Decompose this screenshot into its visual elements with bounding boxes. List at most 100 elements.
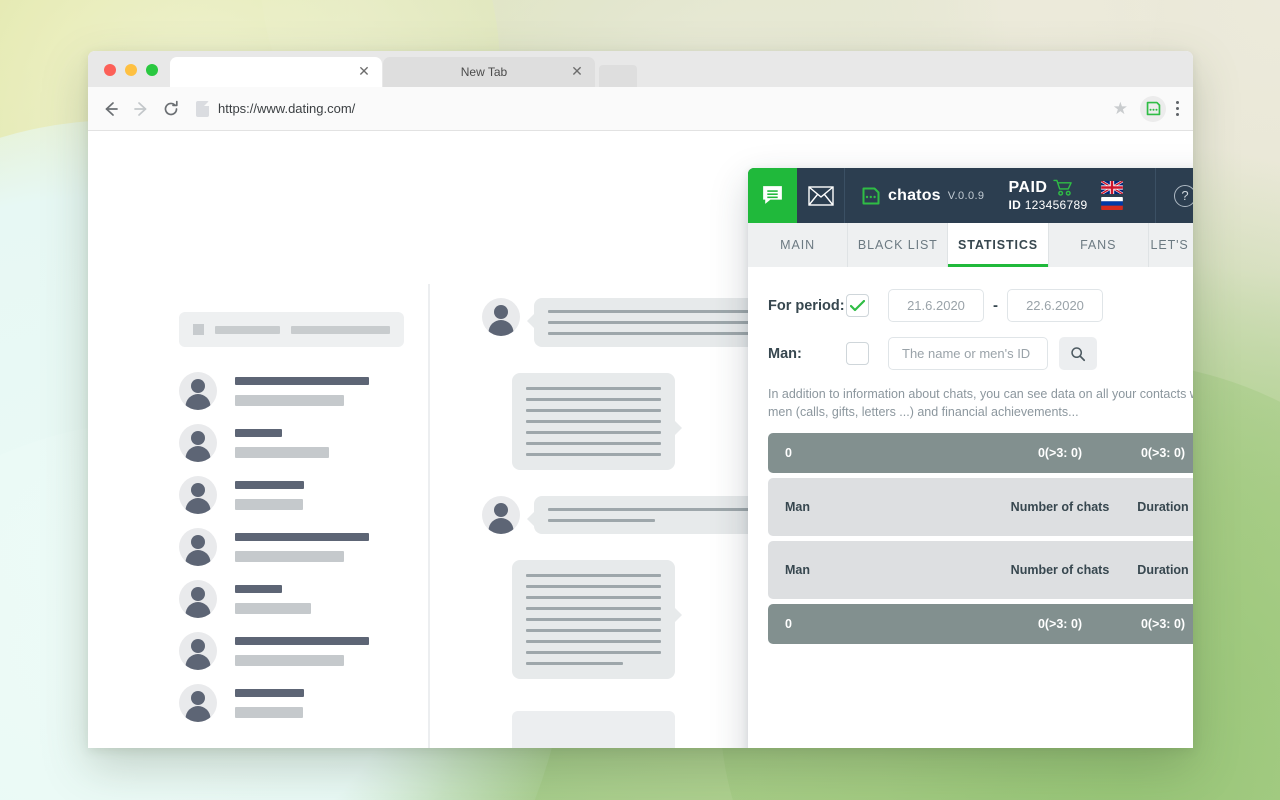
browser-tab-2-title: New Tab <box>460 65 508 79</box>
avatar <box>482 496 520 534</box>
account-status-block: PAID ID 123456789 <box>1008 168 1087 223</box>
list-item[interactable] <box>179 476 404 514</box>
tab-lets-mingle[interactable]: LET'S MINGLE <box>1149 223 1193 267</box>
chat-bubble <box>512 373 682 470</box>
period-label: For period: <box>768 297 845 314</box>
avatar <box>179 476 217 514</box>
address-bar-url: https://www.dating.com/ <box>218 101 356 116</box>
language-switcher <box>1101 168 1124 223</box>
table-row: 0 0(>3: 0) 0(>3: 0) <box>768 604 1193 645</box>
list-item[interactable] <box>179 580 404 618</box>
tab-statistics[interactable]: STATISTICS <box>948 223 1049 267</box>
chat-bubble-icon[interactable] <box>748 168 797 223</box>
period-checkbox[interactable] <box>846 294 869 317</box>
extension-tabbar: MAIN BLACK LIST STATISTICS FANS LET'S MI… <box>748 223 1193 267</box>
close-icon[interactable]: ✕ <box>569 64 585 80</box>
forward-arrow-icon[interactable] <box>126 94 156 124</box>
cell-man: 0 <box>785 446 792 461</box>
chatos-extension-panel: chatos V.0.0.9 PAID ID 123456789 ? MAIN … <box>748 168 1193 748</box>
list-item[interactable] <box>179 528 404 566</box>
help-icon[interactable]: ? <box>1174 184 1193 207</box>
star-icon[interactable]: ★ <box>1113 99 1128 119</box>
date-to-input[interactable]: 22.6.2020 <box>1007 289 1103 322</box>
statistics-hint: In addition to information about chats, … <box>768 387 1193 420</box>
avatar <box>179 528 217 566</box>
maximize-window-button[interactable] <box>146 64 158 76</box>
cell-chats: 0(>3: 0) <box>1037 617 1083 632</box>
statistics-panel: For period: 21.6.2020 - 22.6.2020 Man: T… <box>748 267 1193 748</box>
account-id-value: 123456789 <box>1024 198 1088 212</box>
page-document-icon <box>196 100 209 117</box>
list-item[interactable] <box>179 424 404 462</box>
browser-toolbar: https://www.dating.com/ ★ <box>88 87 1193 131</box>
minimize-window-button[interactable] <box>125 64 137 76</box>
cell-duration: Duration <box>1137 500 1189 515</box>
close-window-button[interactable] <box>104 64 116 76</box>
brand-block: chatos V.0.0.9 <box>845 168 984 223</box>
brand-name: chatos <box>888 186 941 204</box>
flag-russia-icon[interactable] <box>1101 197 1124 210</box>
envelope-icon[interactable] <box>797 168 845 223</box>
back-arrow-icon[interactable] <box>96 94 126 124</box>
cell-man: 0 <box>785 617 792 632</box>
list-item[interactable] <box>179 372 404 410</box>
browser-tabstrip: ✕ New Tab ✕ <box>88 51 1193 87</box>
cell-duration: 0(>3: 0) <box>1140 617 1186 632</box>
man-label: Man: <box>768 345 802 362</box>
kebab-menu-icon[interactable] <box>1176 101 1179 116</box>
extension-header: chatos V.0.0.9 PAID ID 123456789 ? <box>748 168 1193 223</box>
list-item[interactable] <box>179 684 404 722</box>
sidebar-search-placeholder[interactable] <box>179 312 404 347</box>
avatar <box>179 372 217 410</box>
date-range-separator: - <box>993 297 998 314</box>
tab-black-list[interactable]: BLACK LIST <box>848 223 949 267</box>
reload-icon[interactable] <box>156 94 186 124</box>
cell-duration: Duration <box>1137 563 1189 578</box>
placeholder-bar <box>291 325 390 334</box>
close-icon[interactable]: ✕ <box>356 64 372 80</box>
chat-bubble <box>512 560 682 679</box>
cell-chats: 0(>3: 0) <box>1037 446 1083 461</box>
brand-version: V.0.0.9 <box>947 189 985 202</box>
cell-chats: Number of chats <box>1010 500 1110 515</box>
list-item[interactable] <box>179 632 404 670</box>
chatos-extension-icon[interactable] <box>1140 95 1166 122</box>
shopping-cart-icon[interactable] <box>1053 179 1074 197</box>
table-row: Man Number of chats Duration <box>768 541 1193 600</box>
window-controls <box>88 64 170 87</box>
search-button[interactable] <box>1059 337 1097 370</box>
man-filter-row: Man: The name or men's ID <box>768 337 1193 370</box>
chat-bubble <box>527 298 784 347</box>
cell-man: Man <box>785 563 810 578</box>
address-bar[interactable]: https://www.dating.com/ <box>196 96 1105 122</box>
avatar <box>179 580 217 618</box>
avatar <box>179 684 217 722</box>
chat-bubble <box>527 496 784 534</box>
browser-tab-1[interactable]: ✕ <box>170 57 382 87</box>
contacts-sidebar <box>153 274 430 748</box>
browser-window: ✕ New Tab ✕ https://www.dating.com/ ★ ch… <box>88 51 1193 748</box>
table-row: Man Number of chats Duration <box>768 478 1193 537</box>
man-checkbox[interactable] <box>846 342 869 365</box>
tab-fans[interactable]: FANS <box>1049 223 1149 267</box>
cell-man: Man <box>785 500 810 515</box>
man-search-input[interactable]: The name or men's ID <box>888 337 1048 370</box>
new-tab-button[interactable] <box>599 65 637 87</box>
search-icon <box>193 324 204 335</box>
chatos-logo-icon <box>861 186 881 206</box>
flag-uk-icon[interactable] <box>1101 181 1124 194</box>
avatar <box>179 632 217 670</box>
table-row: 0 0(>3: 0) 0(>3: 0) <box>768 433 1193 474</box>
avatar <box>179 424 217 462</box>
message-compose-box[interactable] <box>512 711 675 748</box>
browser-tab-2[interactable]: New Tab ✕ <box>383 57 595 87</box>
placeholder-bar <box>214 325 281 334</box>
date-from-input[interactable]: 21.6.2020 <box>888 289 984 322</box>
account-id-label: ID <box>1008 198 1022 212</box>
tab-main[interactable]: MAIN <box>748 223 849 267</box>
cell-chats: Number of chats <box>1010 563 1110 578</box>
cell-duration: 0(>3: 0) <box>1140 446 1186 461</box>
avatar <box>482 298 520 336</box>
header-actions: ? × <box>1155 168 1193 223</box>
search-icon <box>1071 346 1086 361</box>
